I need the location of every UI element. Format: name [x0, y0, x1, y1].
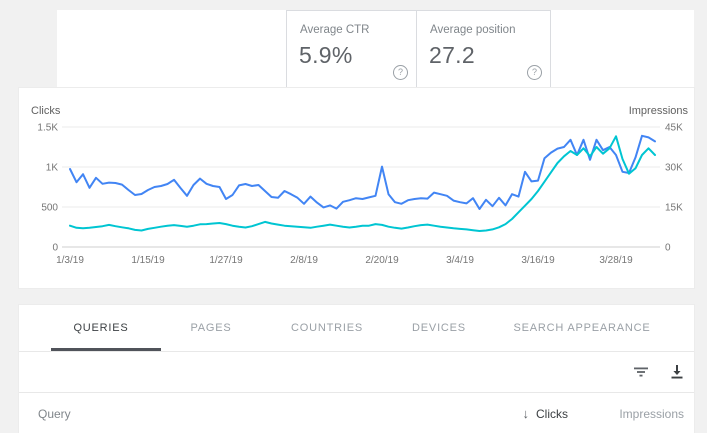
- help-icon[interactable]: ?: [263, 66, 278, 81]
- metric-cards-strip: Total clicks 68.6K ? Total impressions 1…: [57, 10, 694, 88]
- tab-pages[interactable]: PAGES: [190, 305, 231, 351]
- dimensions-table-panel: QUERIES PAGES COUNTRIES DEVICES SEARCH A…: [19, 305, 694, 433]
- column-header-clicks[interactable]: ↓ Clicks: [523, 393, 569, 433]
- card-label: Total impressions: [164, 23, 253, 35]
- clicks-impressions-line-chart: 1.5K 45K 1K 30K 500 15K 0 0 Clicks Impressions 1/3…: [19, 88, 694, 288]
- x-axis-tick: 2/20/19: [365, 255, 399, 266]
- card-value: 68.6K: [69, 41, 131, 68]
- total-clicks-card[interactable]: Total clicks 68.6K ?: [57, 10, 151, 88]
- table-toolbar: [19, 352, 694, 392]
- search-console-performance-page: Total clicks 68.6K ? Total impressions 1…: [0, 0, 707, 433]
- card-value: 27.2: [429, 42, 475, 69]
- right-axis-title: Impressions: [629, 105, 689, 117]
- tab-countries[interactable]: COUNTRIES: [291, 305, 363, 351]
- right-axis-tick: 30K: [665, 163, 683, 174]
- download-icon[interactable]: [668, 363, 686, 381]
- sort-descending-icon: ↓: [523, 406, 530, 421]
- column-label: Clicks: [536, 407, 568, 421]
- card-value: 1.16M: [163, 41, 228, 68]
- card-label: Average CTR: [300, 24, 369, 36]
- tab-label: QUERIES: [73, 322, 128, 334]
- clicks-line-series: [70, 136, 655, 209]
- x-axis-tick: 3/4/19: [446, 255, 474, 266]
- tab-label: PAGES: [190, 322, 231, 334]
- x-axis-tick: 3/28/19: [599, 255, 633, 266]
- right-axis-tick: 0: [665, 243, 671, 254]
- card-label: Total clicks: [70, 23, 126, 35]
- help-icon[interactable]: ?: [393, 65, 408, 80]
- average-position-card[interactable]: Average position 27.2 ?: [417, 10, 551, 88]
- tab-label: DEVICES: [412, 322, 466, 334]
- card-label: Average position: [430, 24, 515, 36]
- left-axis-tick: 1K: [46, 163, 59, 174]
- total-impressions-card[interactable]: Total impressions 1.16M ?: [151, 10, 286, 88]
- impressions-line-series: [70, 136, 655, 231]
- x-axis-tick: 1/27/19: [209, 255, 243, 266]
- left-axis-tick: 0: [52, 243, 58, 254]
- tab-label: SEARCH APPEARANCE: [513, 322, 650, 334]
- right-axis-tick: 15K: [665, 203, 683, 214]
- left-axis-title: Clicks: [31, 105, 61, 117]
- tab-devices[interactable]: DEVICES: [412, 305, 466, 351]
- help-icon[interactable]: ?: [527, 65, 542, 80]
- active-tab-underline: [51, 348, 161, 351]
- performance-chart-panel: 1.5K 45K 1K 30K 500 15K 0 0 Clicks Impressions 1/3…: [19, 88, 694, 288]
- dimension-tabs: QUERIES PAGES COUNTRIES DEVICES SEARCH A…: [19, 305, 694, 352]
- tab-label: COUNTRIES: [291, 322, 363, 334]
- right-axis-tick: 45K: [665, 123, 683, 134]
- x-axis-tick: 1/3/19: [56, 255, 84, 266]
- left-axis-tick: 500: [41, 203, 58, 214]
- left-axis-tick: 1.5K: [37, 123, 58, 134]
- card-value: 5.9%: [299, 42, 353, 69]
- help-icon[interactable]: ?: [128, 66, 143, 81]
- x-axis-tick: 2/8/19: [290, 255, 318, 266]
- column-header-impressions[interactable]: Impressions: [619, 393, 684, 433]
- column-header-query: Query: [38, 393, 71, 433]
- filter-icon[interactable]: [632, 363, 650, 381]
- tab-search-appearance[interactable]: SEARCH APPEARANCE: [513, 305, 650, 351]
- x-axis-tick: 3/16/19: [521, 255, 555, 266]
- table-header-row: Query ↓ Clicks Impressions: [19, 392, 694, 433]
- average-ctr-card[interactable]: Average CTR 5.9% ?: [286, 10, 417, 88]
- x-axis-tick: 1/15/19: [131, 255, 165, 266]
- tab-queries[interactable]: QUERIES: [73, 305, 128, 351]
